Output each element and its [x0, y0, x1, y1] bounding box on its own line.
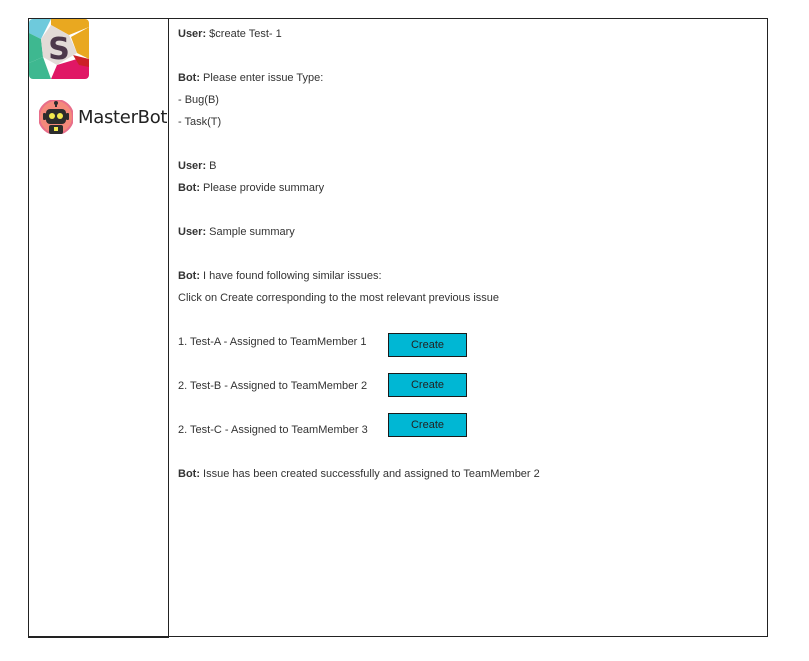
speaker-label: Bot: [178, 182, 200, 194]
create-button-issue-1[interactable]: Create [388, 333, 467, 357]
robot-avatar-icon [39, 100, 73, 134]
user-message: User: B [178, 160, 217, 172]
speaker-label: User: [178, 226, 207, 238]
instruction-text: Click on Create corresponding to the mos… [178, 292, 499, 304]
speaker-label: User: [178, 28, 207, 40]
slack-logo-icon: S [29, 19, 89, 79]
message-text: Sample summary [206, 226, 295, 238]
sidebar: S MasterBot [28, 18, 169, 638]
message-text: Issue has been created successfully and … [200, 468, 540, 480]
speaker-label: Bot: [178, 468, 200, 480]
message-text: $create Test- 1 [206, 28, 282, 40]
bot-profile: MasterBot [39, 99, 168, 135]
option-task: - Task(T) [178, 116, 222, 128]
message-text: B [206, 160, 217, 172]
speaker-label: Bot: [178, 270, 200, 282]
svg-text:S: S [48, 32, 70, 67]
bot-name: MasterBot [78, 106, 168, 128]
bot-message: Bot: Issue has been created successfully… [178, 468, 540, 480]
bot-message: Bot: Please enter issue Type: [178, 72, 323, 84]
option-bug: - Bug(B) [178, 94, 219, 106]
user-message: User: Sample summary [178, 226, 295, 238]
issue-item-1: 1. Test-A - Assigned to TeamMember 1 [178, 336, 367, 348]
issue-item-3: 2. Test-C - Assigned to TeamMember 3 [178, 424, 368, 436]
message-text: Please enter issue Type: [200, 72, 324, 84]
message-text: I have found following similar issues: [200, 270, 382, 282]
speaker-label: User: [178, 160, 207, 172]
create-button-issue-3[interactable]: Create [388, 413, 467, 437]
speaker-label: Bot: [178, 72, 200, 84]
issue-item-2: 2. Test-B - Assigned to TeamMember 2 [178, 380, 368, 392]
create-button-issue-2[interactable]: Create [388, 373, 467, 397]
bot-message: Bot: Please provide summary [178, 182, 324, 194]
user-message: User: $create Test- 1 [178, 28, 282, 40]
message-text: Please provide summary [200, 182, 325, 194]
bot-message: Bot: I have found following similar issu… [178, 270, 382, 282]
